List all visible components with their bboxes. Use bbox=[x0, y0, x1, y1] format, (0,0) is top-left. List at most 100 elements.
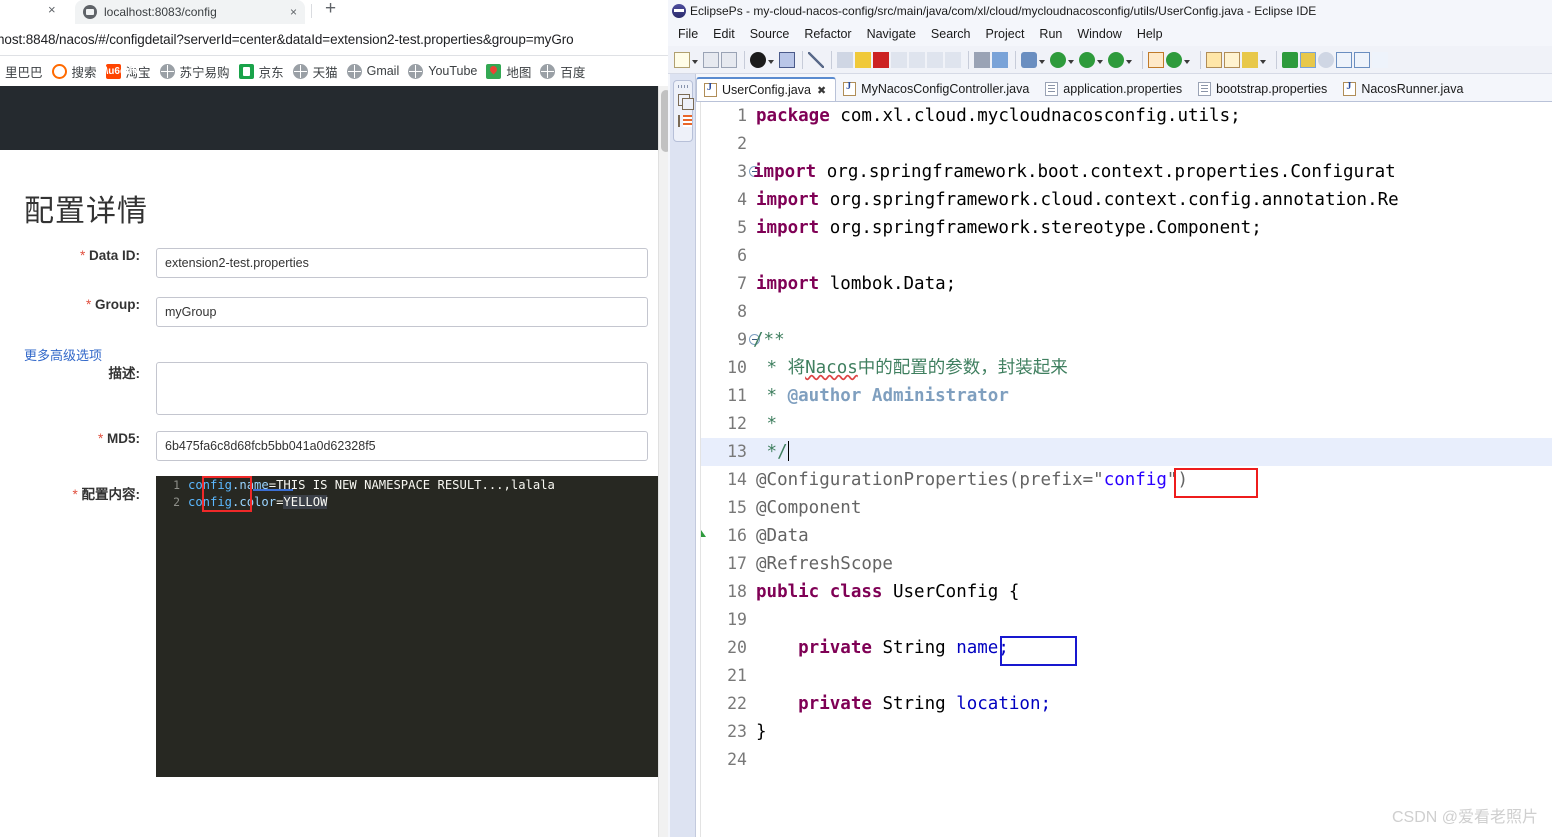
group-input[interactable]: myGroup bbox=[156, 297, 648, 327]
bookmark-label: 天猫 bbox=[312, 65, 338, 80]
menu-run[interactable]: Run bbox=[1039, 27, 1062, 41]
java-perspective-icon[interactable] bbox=[1282, 51, 1298, 68]
jd-icon bbox=[238, 63, 254, 79]
run-icon[interactable] bbox=[1050, 51, 1066, 68]
bookmark-item[interactable]: 天猫 bbox=[292, 62, 338, 81]
pilcrow-icon[interactable] bbox=[1372, 51, 1388, 68]
bookmark-item[interactable]: 苏宁易购 bbox=[159, 62, 230, 81]
tab-bootstrap-properties[interactable]: bootstrap.properties bbox=[1191, 77, 1336, 101]
new-tab-button[interactable]: + bbox=[325, 0, 336, 20]
md5-input[interactable]: 6b475fa6c8d68fcb5bb041a0d62328f5 bbox=[156, 431, 648, 461]
caret-down-icon[interactable] bbox=[1126, 59, 1132, 64]
description-textarea[interactable] bbox=[156, 362, 648, 415]
new-java-project-icon[interactable] bbox=[1148, 51, 1164, 68]
menu-navigate[interactable]: Navigate bbox=[867, 27, 916, 41]
field-name: location; bbox=[956, 694, 1052, 714]
java-source-code[interactable]: 1 package com.xl.cloud.mycloudnacosconfi… bbox=[701, 102, 1552, 837]
config-key-token: config bbox=[188, 494, 233, 509]
bookmark-item[interactable]: 地图 bbox=[486, 62, 531, 81]
open-console-icon[interactable] bbox=[779, 51, 795, 68]
resume-icon[interactable] bbox=[837, 51, 853, 68]
menu-search[interactable]: Search bbox=[931, 27, 971, 41]
caret-down-icon[interactable] bbox=[1068, 59, 1074, 64]
code-text: import org.springframework.cloud.context… bbox=[756, 186, 1399, 214]
code-line-2: 2 bbox=[701, 130, 1552, 158]
menu-refactor[interactable]: Refactor bbox=[804, 27, 851, 41]
edit-icon[interactable] bbox=[1242, 51, 1258, 68]
save-all-icon[interactable] bbox=[721, 51, 737, 68]
step-return-icon[interactable] bbox=[927, 51, 943, 68]
coverage-icon[interactable] bbox=[1108, 51, 1124, 68]
tab-nacosrunner-java[interactable]: NacosRunner.java bbox=[1336, 77, 1472, 101]
tab-mynacosconfigcontroller-java[interactable]: MyNacosConfigController.java bbox=[836, 77, 1038, 101]
menu-project[interactable]: Project bbox=[986, 27, 1025, 41]
line-number: 2 bbox=[173, 494, 180, 509]
search-icon[interactable] bbox=[1318, 51, 1334, 68]
menu-help[interactable]: Help bbox=[1137, 27, 1163, 41]
caret-down-icon[interactable] bbox=[1184, 59, 1190, 64]
suspend-icon[interactable] bbox=[855, 51, 871, 68]
eclipse-java-editor[interactable]: 1 package com.xl.cloud.mycloudnacosconfi… bbox=[696, 102, 1552, 837]
caret-down-icon[interactable] bbox=[1260, 59, 1266, 64]
caret-down-icon[interactable] bbox=[768, 59, 774, 64]
line-number: 6 bbox=[737, 246, 747, 265]
address-bar[interactable]: host:8848/nacos/#/configdetail?serverId=… bbox=[0, 24, 672, 55]
caret-down-icon[interactable] bbox=[1097, 59, 1103, 64]
tab-application-properties[interactable]: application.properties bbox=[1038, 77, 1191, 101]
close-icon[interactable]: × bbox=[284, 5, 297, 19]
import-target: org.springframework.boot.context.propert… bbox=[826, 162, 1396, 182]
bookmark-item[interactable]: 京东 bbox=[238, 62, 284, 81]
new-wizard-icon[interactable] bbox=[674, 51, 690, 68]
next-annotation-icon[interactable] bbox=[1336, 51, 1352, 68]
debug-icon[interactable] bbox=[750, 51, 766, 68]
run-last-tool-icon[interactable] bbox=[992, 51, 1008, 68]
new-class-icon[interactable] bbox=[1166, 51, 1182, 68]
java-file-icon bbox=[1343, 81, 1357, 96]
menu-file[interactable]: File bbox=[678, 27, 698, 41]
bookmarks-bar: 里巴巴 搜索 \u6dd8 淘宝 苏宁易购 京东 天猫 Gmail YouTub… bbox=[0, 56, 672, 86]
skip-breakpoints-icon[interactable] bbox=[808, 51, 824, 68]
browser-tab-active[interactable]: localhost:8083/config × bbox=[75, 0, 305, 24]
drop-to-frame-icon[interactable] bbox=[945, 51, 961, 68]
restore-perspective-icon[interactable] bbox=[678, 94, 694, 110]
code-text: public class UserConfig { bbox=[756, 578, 1019, 606]
terminate-icon[interactable] bbox=[873, 51, 889, 68]
step-over-icon[interactable] bbox=[909, 51, 925, 68]
menu-source[interactable]: Source bbox=[750, 27, 790, 41]
bookmark-item[interactable]: 百度 bbox=[540, 62, 585, 81]
line-number: 8 bbox=[737, 302, 747, 321]
eclipse-logo-icon bbox=[672, 4, 686, 18]
bookmark-item[interactable]: Gmail bbox=[346, 63, 399, 79]
close-icon[interactable]: ✖ bbox=[817, 84, 826, 97]
drag-handle-icon[interactable] bbox=[678, 85, 690, 88]
bookmark-item[interactable]: YouTube bbox=[408, 63, 477, 79]
code-text: @Data bbox=[756, 522, 809, 550]
debug-as-icon[interactable] bbox=[1079, 51, 1095, 68]
build-icon[interactable] bbox=[1021, 51, 1037, 68]
menu-window[interactable]: Window bbox=[1077, 27, 1121, 41]
globe-icon bbox=[346, 63, 362, 79]
data-id-input[interactable]: extension2-test.properties bbox=[156, 248, 648, 278]
bookmark-item[interactable]: 里巴巴 bbox=[0, 62, 43, 81]
code-text: config.name=THIS IS NEW NAMESPACE RESULT… bbox=[188, 478, 555, 492]
caret-down-icon[interactable] bbox=[1039, 59, 1045, 64]
tab-userconfig-java[interactable]: UserConfig.java ✖ bbox=[696, 77, 837, 101]
external-tools-icon[interactable] bbox=[974, 51, 990, 68]
open-type-icon[interactable] bbox=[1206, 51, 1222, 68]
outline-icon[interactable] bbox=[1354, 51, 1370, 68]
save-icon[interactable] bbox=[703, 51, 719, 68]
pencil-perspective-icon[interactable] bbox=[1300, 51, 1316, 68]
previous-tab-close-icon[interactable]: × bbox=[48, 0, 56, 20]
caret-down-icon[interactable] bbox=[692, 59, 698, 64]
line-number: 24 bbox=[727, 750, 747, 769]
step-into-icon[interactable] bbox=[891, 51, 907, 68]
bookmark-item[interactable]: 搜索 bbox=[51, 62, 97, 81]
open-task-icon[interactable] bbox=[1224, 51, 1240, 68]
menu-edit[interactable]: Edit bbox=[713, 27, 735, 41]
code-line-8: 8 bbox=[701, 298, 1552, 326]
package-explorer-icon[interactable] bbox=[678, 115, 692, 127]
bookmark-item[interactable]: \u6dd8 淘宝 bbox=[105, 62, 151, 81]
config-content-code-editor[interactable]: 1 config.name=THIS IS NEW NAMESPACE RESU… bbox=[156, 476, 668, 777]
java-file-icon bbox=[704, 82, 717, 97]
page-title: 配置详情 bbox=[24, 195, 148, 228]
